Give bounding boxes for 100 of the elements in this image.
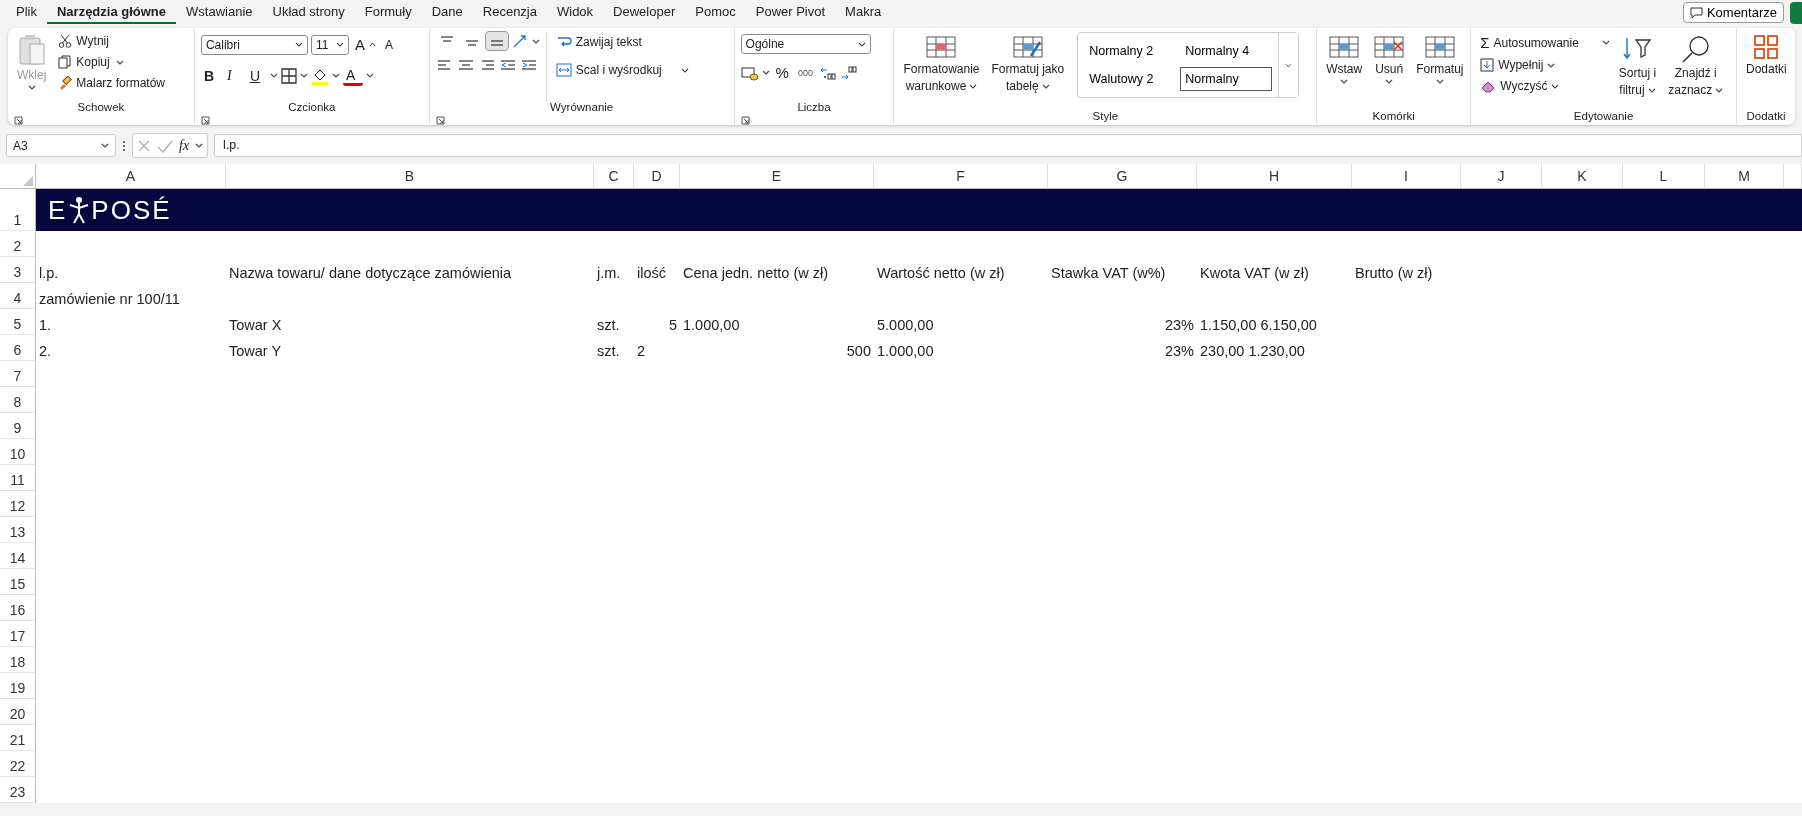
row-header[interactable]: 18 xyxy=(0,647,36,673)
ribbon-tab[interactable]: Deweloper xyxy=(603,1,686,24)
cell-text: 1.000,00 xyxy=(877,343,934,359)
logo-text: POSÉ xyxy=(91,194,172,226)
insert-function-button[interactable]: fx xyxy=(179,137,190,154)
column-header[interactable]: M xyxy=(1705,164,1784,189)
cell-text: ilość xyxy=(637,265,666,281)
cell-text: l.p. xyxy=(39,265,59,281)
percent-button[interactable]: % xyxy=(772,62,792,83)
row-header[interactable]: 3 xyxy=(0,257,36,283)
column-header[interactable]: L xyxy=(1623,164,1705,189)
wrap-text-button[interactable]: Zawijaj tekst xyxy=(552,32,689,52)
grow-font-button[interactable]: A xyxy=(351,34,379,55)
eraser-icon xyxy=(1480,79,1497,93)
cell-text: 1. xyxy=(39,317,52,333)
thousands-separator-button[interactable]: 000 xyxy=(794,65,816,80)
number-format-field[interactable]: Ogólne xyxy=(740,34,871,54)
format-as-table-button[interactable]: Formatuj jako tabelę xyxy=(988,32,1068,96)
font-size-field[interactable]: 11 xyxy=(310,34,349,55)
column-header[interactable] xyxy=(1784,164,1802,189)
conditional-formatting-button[interactable]: Formatowanie warunkowe xyxy=(900,32,983,96)
format-cells-button[interactable]: Formatuj xyxy=(1413,32,1467,86)
font-name-field[interactable]: Calibri xyxy=(200,34,308,55)
italic-button[interactable]: I xyxy=(223,65,244,86)
underline-button[interactable]: U xyxy=(246,65,267,86)
clear-button[interactable]: Wyczyść xyxy=(1477,77,1610,95)
formula-input[interactable]: l.p. xyxy=(214,134,1802,157)
row-header[interactable]: 20 xyxy=(0,699,36,725)
fill-down-icon xyxy=(1480,58,1495,72)
cell-style-option[interactable]: Normalny 2 xyxy=(1084,39,1177,63)
cut-button[interactable]: Wytnij xyxy=(55,32,169,50)
sort-filter-button[interactable]: Sortuj i filtruj xyxy=(1615,32,1660,110)
row-header[interactable]: 8 xyxy=(0,387,36,413)
ribbon-tab[interactable]: Narzędzia główne xyxy=(46,1,177,24)
column-header[interactable]: I xyxy=(1352,164,1461,189)
row-header[interactable]: 2 xyxy=(0,231,36,257)
row-header[interactable]: 4 xyxy=(0,283,36,309)
add-ins-button[interactable]: Dodatki xyxy=(1743,32,1790,110)
row-header[interactable]: 23 xyxy=(0,777,36,803)
column-header[interactable]: G xyxy=(1048,164,1197,189)
font-color-button[interactable]: A xyxy=(342,65,363,86)
row-header[interactable]: 6 xyxy=(0,335,36,361)
bold-button[interactable]: B xyxy=(200,65,221,86)
ribbon-tab[interactable]: Dane xyxy=(421,1,473,24)
ribbon-tab[interactable]: Pomoc xyxy=(685,1,746,24)
row-header[interactable]: 9 xyxy=(0,413,36,439)
row-header[interactable]: 16 xyxy=(0,595,36,621)
select-all-icon xyxy=(23,176,33,186)
clipboard-icon xyxy=(17,34,46,66)
column-header[interactable]: F xyxy=(874,164,1048,189)
ribbon-tab[interactable]: Formuły xyxy=(354,1,422,24)
scissors-icon xyxy=(58,34,73,48)
cell-style-option[interactable]: Normalny 4 xyxy=(1180,39,1273,63)
row-header[interactable]: 14 xyxy=(0,543,36,569)
row-header[interactable]: 17 xyxy=(0,621,36,647)
merge-center-button[interactable]: Scal i wyśrodkuj xyxy=(552,60,665,80)
ribbon-tab[interactable]: Plik xyxy=(6,1,47,24)
row-header[interactable]: 11 xyxy=(0,465,36,491)
column-header[interactable]: A xyxy=(36,164,226,189)
column-header[interactable]: E xyxy=(680,164,874,189)
row-header[interactable]: 22 xyxy=(0,751,36,777)
fill-button[interactable]: Wypełnij xyxy=(1477,56,1610,74)
name-box[interactable]: A3 xyxy=(6,134,116,157)
copy-button[interactable]: Kopiuj xyxy=(55,53,113,71)
row-header[interactable]: 7 xyxy=(0,361,36,387)
ribbon-tab[interactable]: Wstawianie xyxy=(176,1,263,24)
vertical-align-button[interactable] xyxy=(485,32,508,50)
row-header[interactable]: 15 xyxy=(0,569,36,595)
cell-text: 23% xyxy=(1164,343,1194,359)
share-icon[interactable] xyxy=(1790,1,1802,24)
comments-button[interactable]: Komentarze xyxy=(1682,2,1784,23)
cell-style-option[interactable]: Normalny xyxy=(1180,67,1273,91)
column-header[interactable]: B xyxy=(226,164,594,189)
caret-icon xyxy=(1385,79,1394,84)
column-header[interactable]: C xyxy=(594,164,634,189)
ribbon-tab[interactable]: Makra xyxy=(835,1,892,24)
ribbon-tab[interactable]: Power Pivot xyxy=(745,1,836,24)
autosum-button[interactable]: Σ Autosumowanie xyxy=(1477,32,1582,53)
column-header[interactable]: K xyxy=(1542,164,1623,189)
cell-text: Cena jedn. netto (w zł) xyxy=(683,265,829,281)
column-header[interactable]: D xyxy=(634,164,680,189)
row-header[interactable]: 19 xyxy=(0,673,36,699)
delete-cells-button[interactable]: Usuń xyxy=(1371,32,1408,86)
row-header[interactable]: 21 xyxy=(0,725,36,751)
row-header[interactable]: 10 xyxy=(0,439,36,465)
ribbon-tab[interactable]: Układ strony xyxy=(262,1,355,24)
row-header[interactable]: 5 xyxy=(0,309,36,335)
cell-style-option[interactable]: Walutowy 2 xyxy=(1084,67,1177,91)
group-label: Liczba xyxy=(796,101,832,115)
find-select-button[interactable]: Znajdź i zaznacz xyxy=(1665,32,1727,110)
row-header[interactable]: 12 xyxy=(0,491,36,517)
add-ins-icon xyxy=(1753,34,1780,60)
format-painter-button[interactable]: Malarz formatów xyxy=(55,74,169,92)
row-header[interactable]: 13 xyxy=(0,517,36,543)
shrink-font-button[interactable]: A xyxy=(381,35,396,54)
ribbon-tab[interactable]: Recenzja xyxy=(472,1,547,24)
column-header[interactable]: J xyxy=(1461,164,1542,189)
column-header[interactable]: H xyxy=(1197,164,1352,189)
insert-cells-button[interactable]: Wstaw xyxy=(1323,32,1366,86)
ribbon-tab[interactable]: Widok xyxy=(547,1,604,24)
